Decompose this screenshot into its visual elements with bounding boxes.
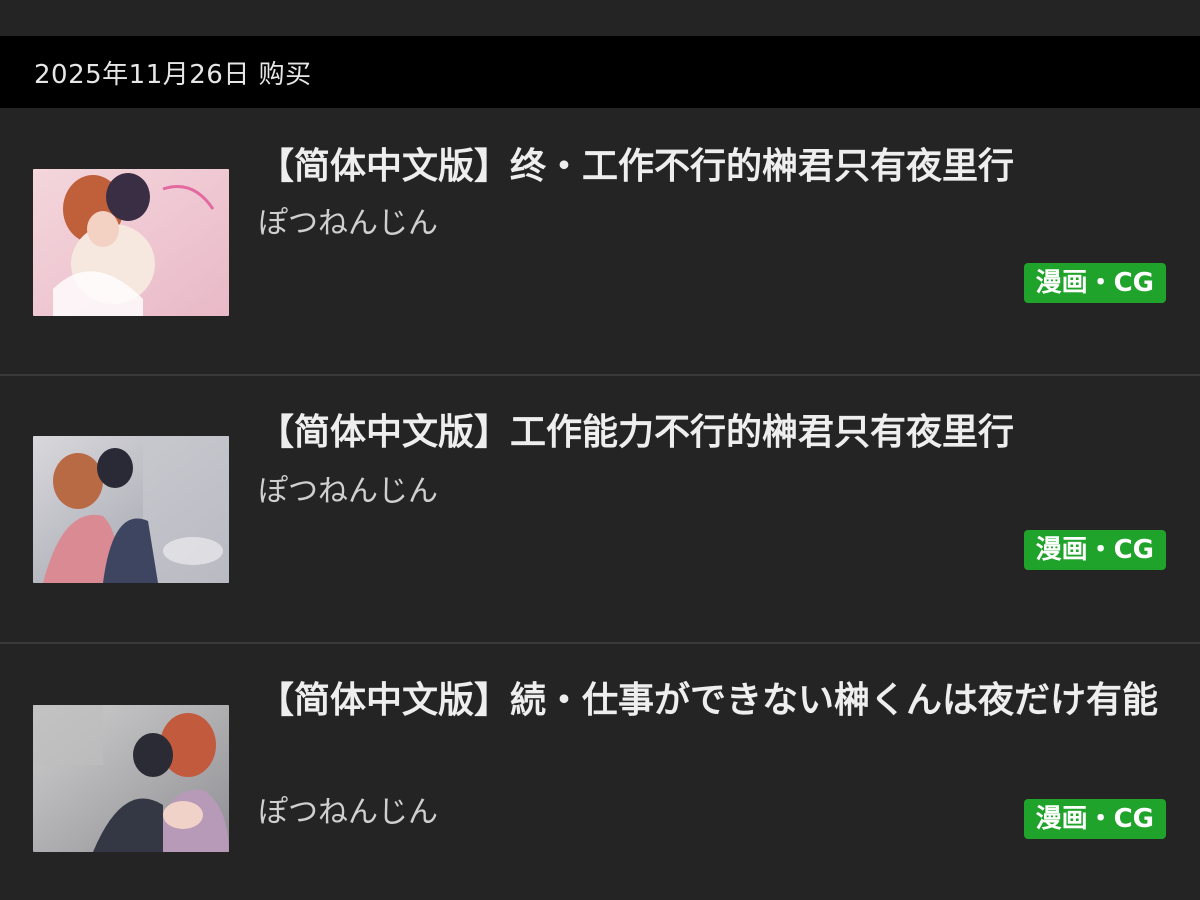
cover-thumbnail[interactable]	[33, 436, 229, 583]
purchase-list: 【简体中文版】终・工作不行的榊君只有夜里行 ぽつねんじん 漫画・CG 【简体中文…	[0, 108, 1200, 900]
category-badge: 漫画・CG	[1023, 263, 1166, 303]
purchase-date-label: 2025年11月26日 购买	[34, 59, 312, 90]
item-title[interactable]: 【简体中文版】工作能力不行的榊君只有夜里行	[258, 406, 1160, 460]
category-badge: 漫画・CG	[1023, 799, 1166, 839]
list-item[interactable]: 【简体中文版】続・仕事ができない榊くんは夜だけ有能 ぽつねんじん 漫画・CG	[0, 644, 1200, 900]
cover-thumbnail[interactable]	[33, 705, 229, 852]
item-author[interactable]: ぽつねんじん	[258, 466, 438, 510]
list-item[interactable]: 【简体中文版】工作能力不行的榊君只有夜里行 ぽつねんじん 漫画・CG	[0, 376, 1200, 644]
category-badge: 漫画・CG	[1023, 530, 1166, 570]
item-title[interactable]: 【简体中文版】続・仕事ができない榊くんは夜だけ有能	[258, 674, 1160, 728]
list-item[interactable]: 【简体中文版】终・工作不行的榊君只有夜里行 ぽつねんじん 漫画・CG	[0, 108, 1200, 376]
purchase-date-header: 2025年11月26日 购买	[0, 36, 1200, 108]
item-author[interactable]: ぽつねんじん	[258, 198, 438, 242]
item-title[interactable]: 【简体中文版】终・工作不行的榊君只有夜里行	[258, 140, 1160, 194]
item-author[interactable]: ぽつねんじん	[258, 787, 438, 831]
top-strip	[0, 0, 1200, 36]
cover-thumbnail[interactable]	[33, 169, 229, 316]
